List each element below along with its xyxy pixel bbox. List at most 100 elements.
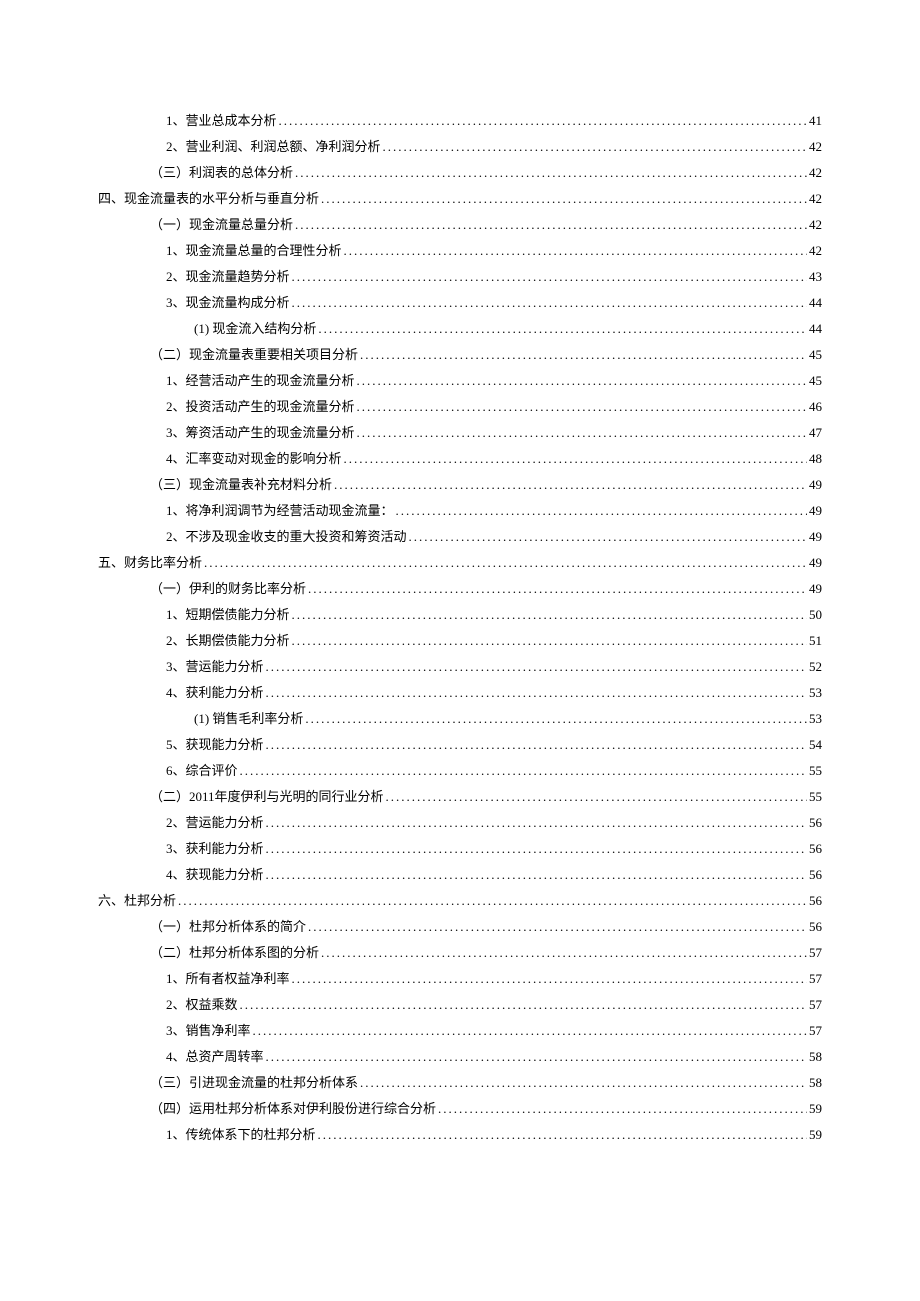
toc-leader-dots bbox=[178, 888, 807, 914]
toc-page-number: 50 bbox=[809, 602, 822, 628]
toc-page-number: 56 bbox=[809, 888, 822, 914]
toc-label: 2、不涉及现金收支的重大投资和筹资活动 bbox=[166, 524, 407, 550]
toc-leader-dots bbox=[318, 1122, 807, 1148]
toc-page-number: 59 bbox=[809, 1122, 822, 1148]
toc-leader-dots bbox=[266, 1044, 807, 1070]
toc-entry: 五、财务比率分析49 bbox=[98, 550, 822, 576]
toc-leader-dots bbox=[360, 342, 807, 368]
toc-page-number: 49 bbox=[809, 472, 822, 498]
toc-leader-dots bbox=[438, 1096, 807, 1122]
toc-leader-dots bbox=[357, 394, 807, 420]
toc-label: 1、营业总成本分析 bbox=[166, 108, 277, 134]
toc-entry: （二）杜邦分析体系图的分析 57 bbox=[98, 940, 822, 966]
toc-page-number: 58 bbox=[809, 1044, 822, 1070]
toc-label: 3、营运能力分析 bbox=[166, 654, 264, 680]
toc-page-number: 55 bbox=[809, 784, 822, 810]
toc-entry: 4、获利能力分析 53 bbox=[98, 680, 822, 706]
toc-label: （四）运用杜邦分析体系对伊利股份进行综合分析 bbox=[150, 1096, 436, 1122]
toc-entry: 3、筹资活动产生的现金流量分析47 bbox=[98, 420, 822, 446]
toc-entry: 四、现金流量表的水平分析与垂直分析42 bbox=[98, 186, 822, 212]
toc-leader-dots bbox=[266, 810, 807, 836]
toc-label: 2、权益乘数 bbox=[166, 992, 238, 1018]
toc-label: 1、经营活动产生的现金流量分析 bbox=[166, 368, 355, 394]
toc-label: 6、综合评价 bbox=[166, 758, 238, 784]
toc-entry: 2、营运能力分析56 bbox=[98, 810, 822, 836]
toc-page-number: 57 bbox=[809, 1018, 822, 1044]
toc-page-number: 45 bbox=[809, 342, 822, 368]
toc-page-number: 44 bbox=[809, 316, 822, 342]
toc-leader-dots bbox=[318, 316, 807, 342]
toc-page-number: 42 bbox=[809, 238, 822, 264]
toc-page-number: 56 bbox=[809, 836, 822, 862]
toc-entry: 2、营业利润、利润总额、净利润分析42 bbox=[98, 134, 822, 160]
toc-page-number: 42 bbox=[809, 212, 822, 238]
toc-leader-dots bbox=[266, 732, 807, 758]
toc-entry: （三）引进现金流量的杜邦分析体系58 bbox=[98, 1070, 822, 1096]
toc-entry: 1、短期偿债能力分析 50 bbox=[98, 602, 822, 628]
toc-label: 2、现金流量趋势分析 bbox=[166, 264, 290, 290]
toc-entry: 4、汇率变动对现金的影响分析 48 bbox=[98, 446, 822, 472]
toc-label: 3、获利能力分析 bbox=[166, 836, 264, 862]
toc-leader-dots bbox=[305, 706, 807, 732]
toc-label: 4、汇率变动对现金的影响分析 bbox=[166, 446, 342, 472]
toc-leader-dots bbox=[295, 212, 807, 238]
toc-entry: 3、现金流量构成分析 44 bbox=[98, 290, 822, 316]
toc-leader-dots bbox=[240, 992, 807, 1018]
toc-label: 1、传统体系下的杜邦分析 bbox=[166, 1122, 316, 1148]
toc-label: （二）杜邦分析体系图的分析 bbox=[150, 940, 319, 966]
toc-entry: 六、杜邦分析56 bbox=[98, 888, 822, 914]
toc-page-number: 44 bbox=[809, 290, 822, 316]
toc-page-number: 58 bbox=[809, 1070, 822, 1096]
toc-label: 4、获现能力分析 bbox=[166, 862, 264, 888]
toc-page-number: 43 bbox=[809, 264, 822, 290]
toc-label: 3、现金流量构成分析 bbox=[166, 290, 290, 316]
toc-entry: 3、销售净利率57 bbox=[98, 1018, 822, 1044]
toc-page-number: 53 bbox=[809, 680, 822, 706]
toc-page-number: 49 bbox=[809, 498, 822, 524]
toc-label: 1、现金流量总量的合理性分析 bbox=[166, 238, 342, 264]
toc-entry: 1、所有者权益净利率 57 bbox=[98, 966, 822, 992]
toc-entry: 3、获利能力分析 56 bbox=[98, 836, 822, 862]
toc-leader-dots bbox=[321, 186, 807, 212]
toc-entry: 2、权益乘数 57 bbox=[98, 992, 822, 1018]
toc-label: （二）2011年度伊利与光明的同行业分析 bbox=[150, 784, 384, 810]
toc-page-number: 59 bbox=[809, 1096, 822, 1122]
toc-leader-dots bbox=[383, 134, 807, 160]
toc-label: (1) 现金流入结构分析 bbox=[194, 316, 316, 342]
toc-page-number: 57 bbox=[809, 966, 822, 992]
toc-entry: 1、将净利润调节为经营活动现金流量： 49 bbox=[98, 498, 822, 524]
toc-page-number: 46 bbox=[809, 394, 822, 420]
toc-label: 1、短期偿债能力分析 bbox=[166, 602, 290, 628]
toc-entry: 1、传统体系下的杜邦分析 59 bbox=[98, 1122, 822, 1148]
toc-label: （二）现金流量表重要相关项目分析 bbox=[150, 342, 358, 368]
toc-leader-dots bbox=[386, 784, 807, 810]
toc-page-number: 57 bbox=[809, 940, 822, 966]
toc-leader-dots bbox=[357, 420, 807, 446]
table-of-contents: 1、营业总成本分析412、营业利润、利润总额、净利润分析42（三）利润表的总体分… bbox=[98, 108, 822, 1148]
toc-label: 4、获利能力分析 bbox=[166, 680, 264, 706]
toc-page-number: 57 bbox=[809, 992, 822, 1018]
toc-page-number: 42 bbox=[809, 160, 822, 186]
toc-page-number: 56 bbox=[809, 862, 822, 888]
toc-label: 2、长期偿债能力分析 bbox=[166, 628, 290, 654]
toc-entry: （一）杜邦分析体系的简介56 bbox=[98, 914, 822, 940]
toc-page-number: 45 bbox=[809, 368, 822, 394]
toc-leader-dots bbox=[308, 914, 807, 940]
toc-leader-dots bbox=[279, 108, 807, 134]
toc-entry: (1) 现金流入结构分析 44 bbox=[98, 316, 822, 342]
toc-page-number: 48 bbox=[809, 446, 822, 472]
toc-leader-dots bbox=[295, 160, 807, 186]
toc-label: （一）现金流量总量分析 bbox=[150, 212, 293, 238]
toc-page-number: 49 bbox=[809, 524, 822, 550]
toc-page-number: 54 bbox=[809, 732, 822, 758]
toc-leader-dots bbox=[344, 238, 807, 264]
toc-page-number: 49 bbox=[809, 576, 822, 602]
toc-leader-dots bbox=[266, 836, 807, 862]
toc-page-number: 55 bbox=[809, 758, 822, 784]
toc-label: 1、所有者权益净利率 bbox=[166, 966, 290, 992]
toc-entry: （三）现金流量表补充材料分析49 bbox=[98, 472, 822, 498]
toc-leader-dots bbox=[266, 680, 807, 706]
toc-entry: （二）2011年度伊利与光明的同行业分析 55 bbox=[98, 784, 822, 810]
toc-label: 1、将净利润调节为经营活动现金流量： bbox=[166, 498, 394, 524]
toc-label: 2、营运能力分析 bbox=[166, 810, 264, 836]
